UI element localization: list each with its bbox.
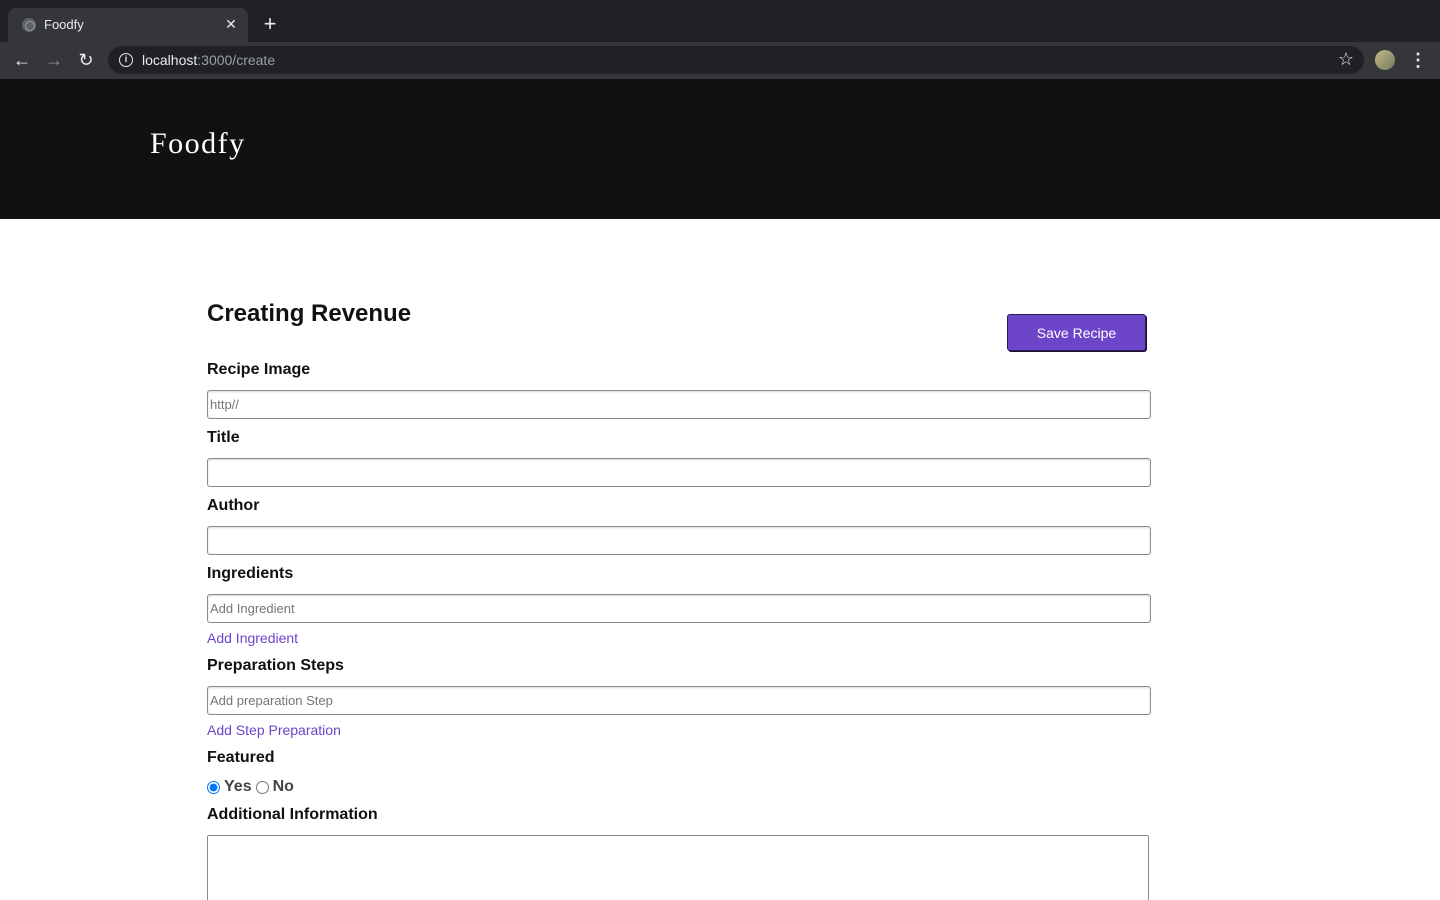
featured-no-label: No (272, 778, 294, 795)
site-header: Foodfy (0, 79, 1440, 219)
bookmark-star-icon[interactable]: ☆ (1338, 49, 1354, 70)
ingredient-input[interactable] (207, 594, 1151, 623)
close-icon[interactable]: ✕ (222, 15, 240, 33)
globe-icon (22, 18, 36, 32)
info-icon[interactable]: i (119, 53, 133, 67)
ingredients-label: Ingredients (207, 565, 294, 582)
browser-toolbar: ← → ↻ i localhost:3000/create ☆ ⋮ (0, 42, 1440, 79)
tab-title: Foodfy (44, 17, 84, 32)
add-step-link[interactable]: Add Step Preparation (207, 722, 341, 738)
recipe-image-label: Recipe Image (207, 361, 311, 378)
url-path: :3000/create (197, 52, 276, 68)
title-input[interactable] (207, 458, 1151, 487)
save-recipe-button[interactable]: Save Recipe (1007, 314, 1146, 351)
reload-icon[interactable]: ↻ (74, 48, 98, 72)
featured-yes-radio[interactable] (207, 780, 220, 794)
additional-info-textarea[interactable] (207, 835, 1149, 900)
url-host: localhost (142, 52, 198, 68)
page-title: Creating Revenue (207, 300, 412, 327)
author-input[interactable] (207, 526, 1151, 555)
title-label: Title (207, 429, 240, 446)
featured-no-radio[interactable] (255, 780, 269, 794)
site-logo[interactable]: Foodfy (150, 127, 246, 161)
kebab-menu-icon[interactable]: ⋮ (1408, 48, 1428, 72)
add-ingredient-link[interactable]: Add Ingredient (207, 630, 298, 646)
author-label: Author (207, 497, 260, 514)
browser-tab-bar: Foodfy ✕ + (0, 0, 1440, 42)
new-tab-icon[interactable]: + (258, 13, 282, 37)
featured-label: Featured (207, 749, 275, 766)
url-text: localhost:3000/create (142, 52, 275, 68)
profile-avatar[interactable] (1375, 50, 1395, 70)
preparation-step-input[interactable] (207, 686, 1151, 715)
back-icon[interactable]: ← (10, 48, 34, 72)
featured-yes-label: Yes (224, 778, 252, 795)
address-bar[interactable]: i localhost:3000/create ☆ (108, 46, 1364, 74)
featured-options: Yes No (207, 776, 298, 798)
forward-icon[interactable]: → (42, 48, 66, 72)
recipe-image-input[interactable] (207, 390, 1151, 419)
additional-info-label: Additional Information (207, 806, 378, 823)
browser-tab[interactable]: Foodfy ✕ (8, 8, 248, 42)
preparation-steps-label: Preparation Steps (207, 657, 344, 674)
